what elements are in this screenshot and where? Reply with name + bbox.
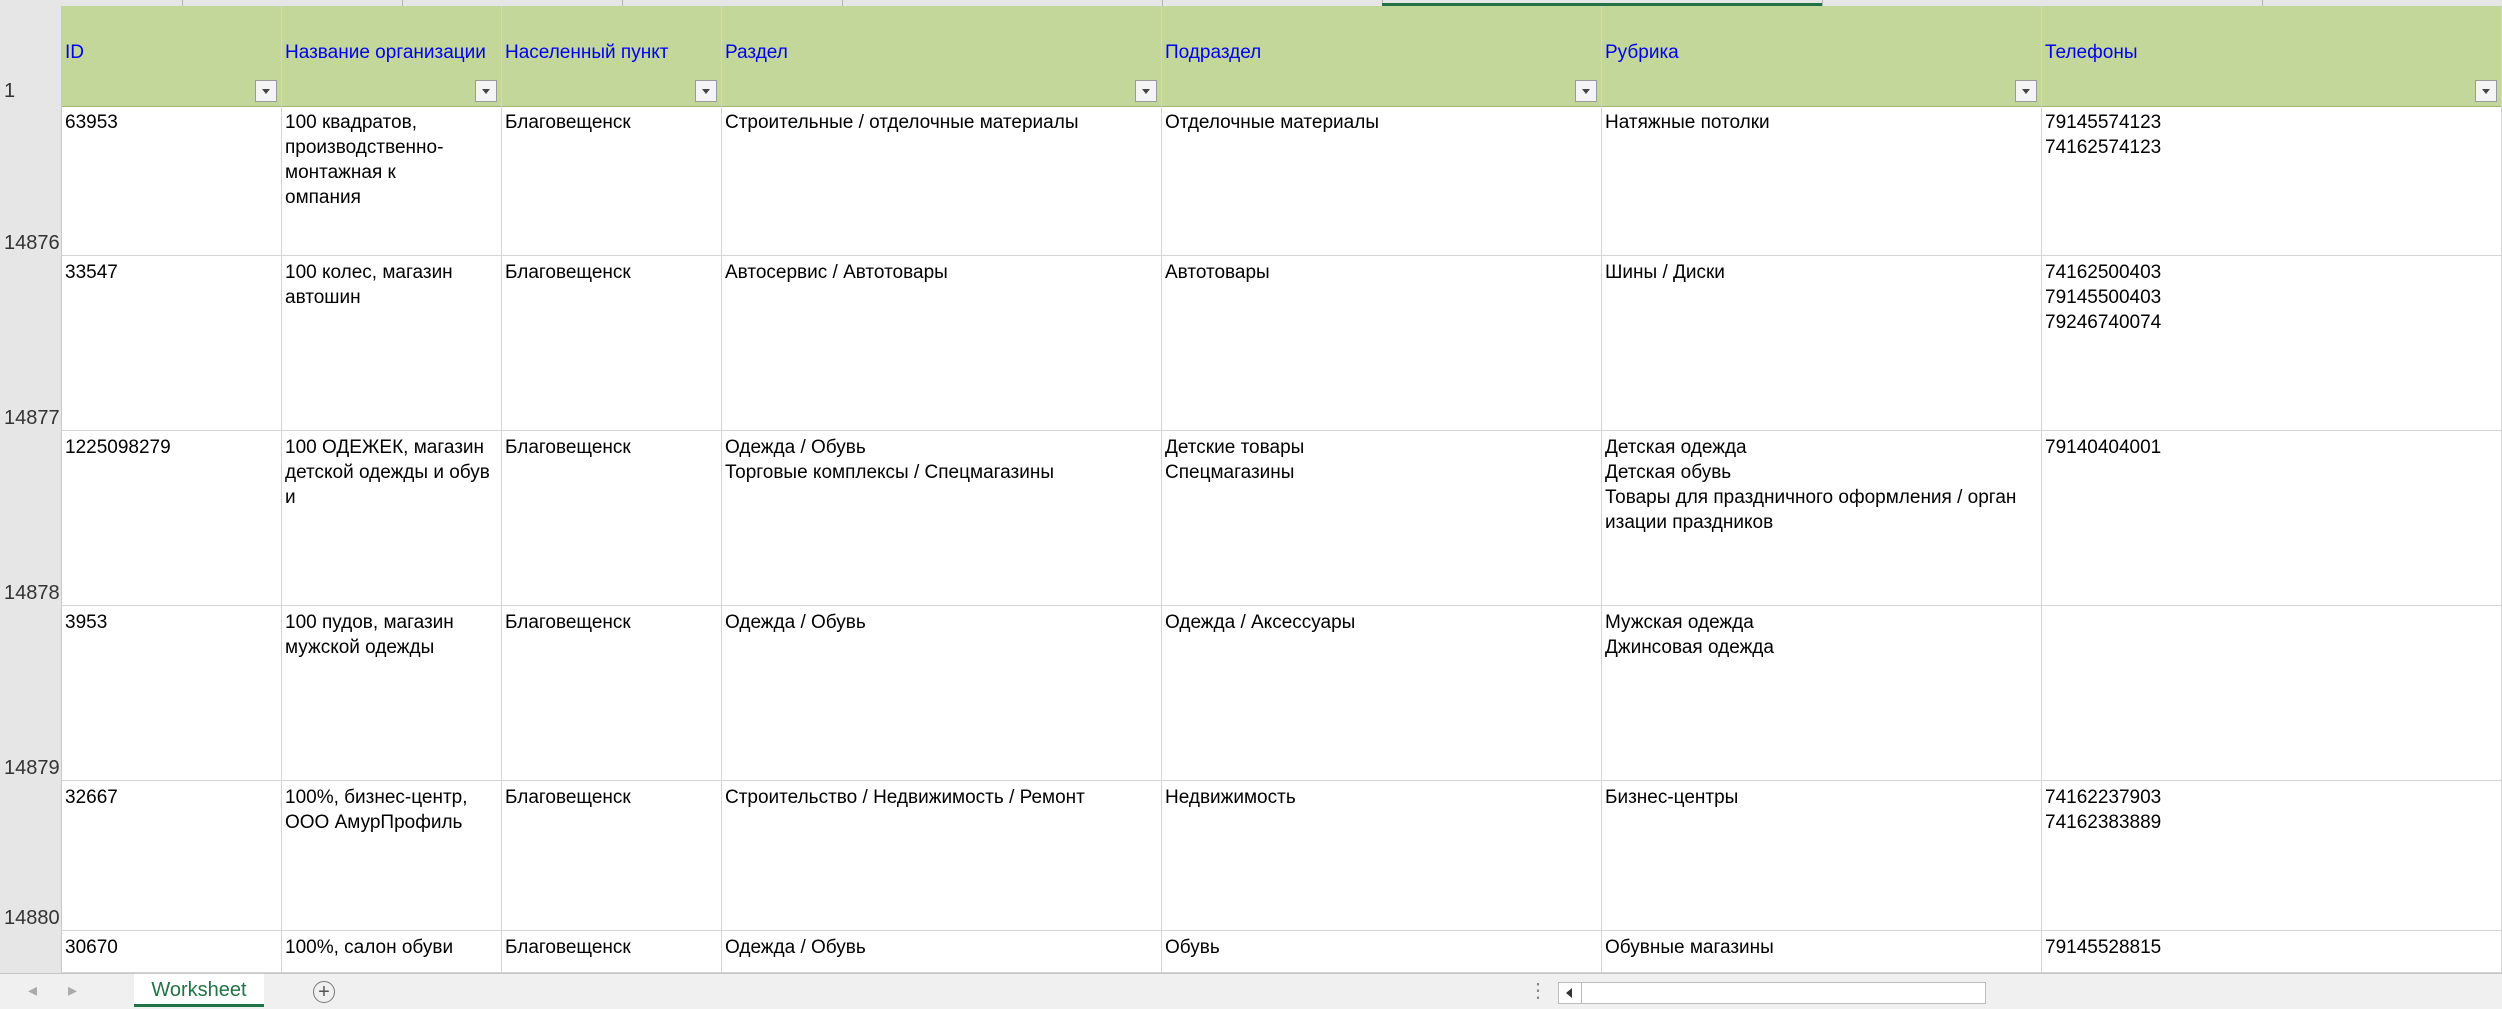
column-header-subsection[interactable]: Подраздел [1162, 6, 1602, 106]
tab-prev-icon[interactable]: ◂ [28, 980, 37, 1001]
column-header-city[interactable]: Населенный пункт [502, 6, 722, 106]
filter-dropdown-icon[interactable] [695, 80, 717, 102]
cell-subsection[interactable]: Одежда / Аксессуары [1162, 606, 1602, 781]
cell-rubric[interactable]: Мужская одежда Джинсовая одежда [1602, 606, 2042, 781]
cell-city[interactable]: Благовещенск [502, 106, 722, 256]
cell-rubric[interactable]: Детская одежда Детская обувь Товары для … [1602, 431, 2042, 606]
column-header-id[interactable]: ID [62, 6, 282, 106]
cell-name[interactable]: 100 квадратов, производственно-монтажная… [282, 106, 502, 256]
cell-name[interactable]: 100 ОДЕЖЕК, магазин детской одежды и обу… [282, 431, 502, 606]
row-number[interactable]: 1 [0, 80, 60, 103]
cell-section[interactable]: Одежда / Обувь [722, 931, 1162, 973]
column-header-rubric[interactable]: Рубрика [1602, 6, 2042, 106]
filter-dropdown-icon[interactable] [2475, 80, 2497, 102]
cell-subsection[interactable]: Отделочные материалы [1162, 106, 1602, 256]
cell-name[interactable]: 100%, бизнес-центр, ООО АмурПрофиль [282, 781, 502, 931]
cell-name[interactable]: 100 пудов, магазин мужской одежды [282, 606, 502, 781]
column-header-label: Телефоны [2045, 42, 2138, 63]
filter-dropdown-icon[interactable] [1575, 80, 1597, 102]
horizontal-scrollbar[interactable] [1558, 982, 1986, 1004]
row-number[interactable]: 14878 [0, 582, 60, 605]
cell-subsection[interactable]: Детские товары Спецмагазины [1162, 431, 1602, 606]
column-header-label: Подраздел [1165, 42, 1262, 63]
row-number[interactable]: 14880 [0, 907, 60, 930]
cell-rubric[interactable]: Бизнес-центры [1602, 781, 2042, 931]
cell-id[interactable]: 33547 [62, 256, 282, 431]
column-header-label: Название организации [285, 42, 486, 63]
cell-id[interactable]: 3953 [62, 606, 282, 781]
cell-subsection[interactable]: Недвижимость [1162, 781, 1602, 931]
spreadsheet: 1 14876 14877 14878 14879 14880 ID Название ор… [0, 0, 2502, 973]
splitter-icon[interactable]: ⋮ [1528, 978, 1548, 1003]
cell-phones[interactable]: 79145528815 [2042, 931, 2502, 973]
cell-section[interactable]: Одежда / Обувь Торговые комплексы / Спец… [722, 431, 1162, 606]
cell-phones[interactable]: 74162237903 74162383889 [2042, 781, 2502, 931]
sheet-tab-bar: ◂ ▸ Worksheet + ⋮ [0, 973, 2502, 1009]
cell-name[interactable]: 100%, салон обуви [282, 931, 502, 973]
filter-dropdown-icon[interactable] [1135, 80, 1157, 102]
cell-id[interactable]: 32667 [62, 781, 282, 931]
column-header-label: ID [65, 42, 84, 63]
tab-next-icon[interactable]: ▸ [68, 980, 77, 1001]
filter-dropdown-icon[interactable] [255, 80, 277, 102]
column-header-name[interactable]: Название организации [282, 6, 502, 106]
row-number[interactable]: 14877 [0, 407, 60, 430]
cell-section[interactable]: Строительные / отделочные материалы [722, 106, 1162, 256]
row-number[interactable]: 14879 [0, 757, 60, 780]
scroll-left-icon[interactable] [1559, 983, 1582, 1003]
cell-name[interactable]: 100 колес, магазин автошин [282, 256, 502, 431]
cell-section[interactable]: Автосервис / Автотовары [722, 256, 1162, 431]
cell-phones[interactable] [2042, 606, 2502, 781]
row-header[interactable] [0, 6, 62, 973]
cell-city[interactable]: Благовещенск [502, 431, 722, 606]
column-header-section[interactable]: Раздел [722, 6, 1162, 106]
header-row: ID Название организации Населенный пункт Ра… [62, 6, 2502, 107]
cell-subsection[interactable]: Обувь [1162, 931, 1602, 973]
filter-dropdown-icon[interactable] [475, 80, 497, 102]
filter-dropdown-icon[interactable] [2015, 80, 2037, 102]
column-header-label: Раздел [725, 42, 788, 63]
plus-circle-icon[interactable]: + [313, 981, 335, 1003]
cell-phones[interactable]: 79140404001 [2042, 431, 2502, 606]
cell-grid[interactable]: ID Название организации Населенный пункт Ра… [62, 6, 2502, 973]
cell-subsection[interactable]: Автотовары [1162, 256, 1602, 431]
tab-worksheet[interactable]: Worksheet [134, 974, 264, 1007]
column-header-phones[interactable]: Телефоны [2042, 6, 2502, 106]
cell-phones[interactable]: 79145574123 74162574123 [2042, 106, 2502, 256]
cell-id[interactable]: 30670 [62, 931, 282, 973]
cell-city[interactable]: Благовещенск [502, 256, 722, 431]
cell-rubric[interactable]: Натяжные потолки [1602, 106, 2042, 256]
cell-section[interactable]: Строительство / Недвижимость / Ремонт [722, 781, 1162, 931]
cell-phones[interactable]: 74162500403 79145500403 79246740074 [2042, 256, 2502, 431]
cell-section[interactable]: Одежда / Обувь [722, 606, 1162, 781]
row-number[interactable]: 14876 [0, 232, 60, 255]
column-header-label: Населенный пункт [505, 42, 669, 63]
cell-rubric[interactable]: Шины / Диски [1602, 256, 2042, 431]
cell-city[interactable]: Благовещенск [502, 781, 722, 931]
cell-city[interactable]: Благовещенск [502, 931, 722, 973]
cell-id[interactable]: 1225098279 [62, 431, 282, 606]
cell-id[interactable]: 63953 [62, 106, 282, 256]
column-header-label: Рубрика [1605, 42, 1679, 63]
cell-city[interactable]: Благовещенск [502, 606, 722, 781]
cell-rubric[interactable]: Обувные магазины [1602, 931, 2042, 973]
